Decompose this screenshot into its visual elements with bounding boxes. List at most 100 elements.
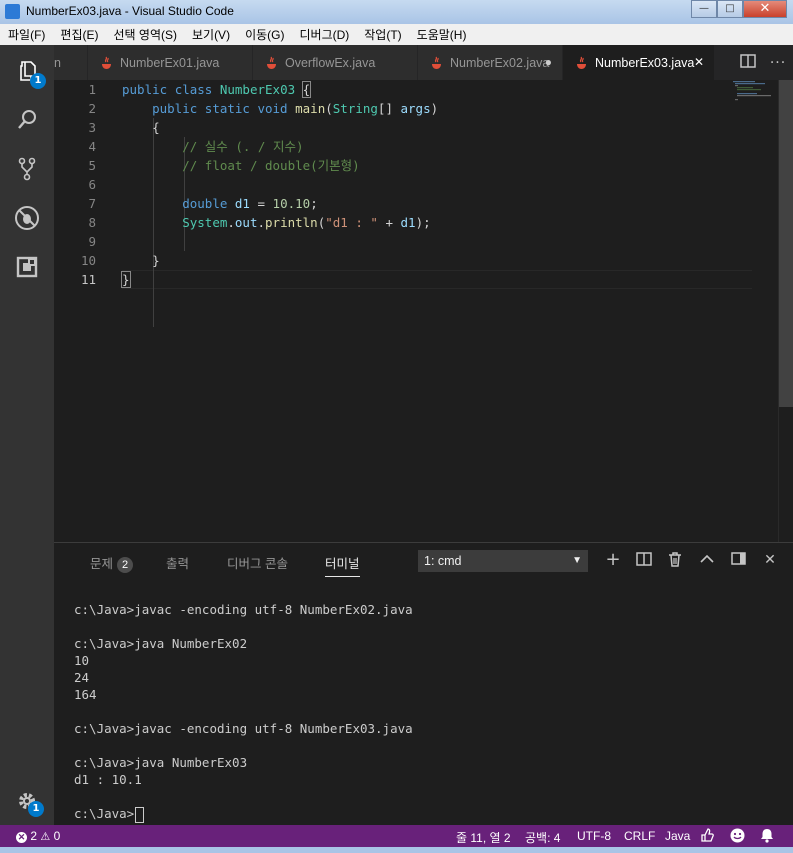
new-terminal-icon[interactable]: + (603, 549, 623, 570)
line-number: 7 (88, 196, 96, 211)
maximize-panel-icon[interactable] (697, 552, 717, 568)
window-title-bar: NumberEx03.java - Visual Studio Code — □… (0, 0, 793, 25)
editor-vertical-scrollbar[interactable] (778, 80, 793, 542)
tweet-feedback-icon[interactable] (700, 828, 714, 845)
close-panel-icon[interactable]: ✕ (760, 552, 780, 568)
minimize-button[interactable]: — (691, 0, 717, 18)
language-mode[interactable]: Java (665, 829, 690, 843)
code-line: double d1 = 10.10; (182, 196, 318, 211)
tab-label: NumberEx01.java (120, 55, 220, 70)
java-file-icon (432, 56, 441, 69)
menu-view[interactable]: 보기(V) (184, 26, 237, 43)
java-file-icon (577, 56, 586, 69)
unsaved-dot-icon[interactable]: ● (545, 55, 552, 69)
menu-go[interactable]: 이동(G) (237, 26, 291, 43)
problems-status[interactable]: ✕ 2 ⚠ 0 (16, 829, 60, 843)
java-file-icon (102, 56, 111, 69)
problems-count-badge: 2 (117, 557, 134, 573)
menu-selection[interactable]: 선택 영역(S) (105, 26, 184, 43)
line-number: 10 (80, 253, 96, 268)
terminal-line: c:\Java>javac -encoding utf-8 NumberEx03… (74, 721, 413, 736)
more-actions-icon[interactable]: ··· (763, 55, 793, 71)
close-tab-icon[interactable]: ✕ (694, 55, 704, 69)
tab-numberex02[interactable]: NumberEx02.java ● (418, 45, 563, 80)
toggle-panel-position-icon[interactable] (728, 552, 748, 569)
source-control-icon[interactable] (0, 147, 54, 191)
split-editor-icon[interactable] (733, 53, 763, 72)
terminal-line: 24 (74, 670, 90, 685)
menu-edit[interactable]: 편집(E) (52, 26, 105, 43)
vscode-logo-icon (5, 4, 20, 19)
code-line: // 실수 (. / 지수) (182, 139, 304, 154)
terminal-cursor (135, 806, 145, 823)
tab-numberex01[interactable]: NumberEx01.java (88, 45, 253, 80)
eol-setting[interactable]: CRLF (624, 829, 655, 843)
terminal-line: d1 : 10.1 (74, 772, 142, 787)
line-number: 8 (88, 215, 96, 230)
warning-count: 0 (53, 829, 61, 843)
tab-label: n (54, 55, 61, 70)
search-icon[interactable] (0, 98, 54, 142)
terminal-line: c:\Java>javac -encoding utf-8 NumberEx02… (74, 602, 413, 617)
split-terminal-icon[interactable] (634, 552, 654, 570)
settings-gear-icon[interactable]: 1 (0, 779, 54, 823)
close-window-button[interactable]: ✕ (743, 0, 787, 18)
settings-badge: 1 (28, 801, 44, 817)
scrollbar-thumb[interactable] (779, 80, 793, 407)
maximize-button[interactable]: □ (717, 0, 743, 18)
terminal-select-value: 1: cmd (424, 554, 462, 568)
tab-numberex03[interactable]: NumberEx03.java ✕ (563, 45, 715, 80)
terminal-line: c:\Java>java NumberEx02 (74, 636, 248, 651)
tab-problems[interactable]: 문제 2 (90, 553, 134, 573)
extensions-icon[interactable] (0, 245, 54, 289)
tab-output[interactable]: 출력 (166, 553, 189, 572)
code-line: { (122, 120, 160, 135)
bottom-panel: 문제 2 출력 디버그 콘솔 터미널 1: cmd ▼ + ✕ c:\Java>j… (54, 542, 793, 826)
trash-icon[interactable] (665, 552, 685, 571)
code-content: public class NumberEx03 { public static … (121, 80, 439, 289)
line-number: 6 (88, 177, 96, 192)
tab-debug-console[interactable]: 디버그 콘솔 (227, 553, 288, 572)
menu-tasks[interactable]: 작업(T) (356, 26, 408, 43)
smiley-feedback-icon[interactable] (730, 828, 745, 846)
terminal-select[interactable]: 1: cmd ▼ (418, 550, 588, 572)
menu-help[interactable]: 도움말(H) (409, 26, 474, 43)
tab-overflowex[interactable]: OverflowEx.java (253, 45, 418, 80)
code-line: } (122, 253, 160, 268)
tab-label: NumberEx02.java (450, 55, 550, 70)
line-number-gutter: 1 2 3 4 5 6 7 8 9 10 11 (54, 80, 104, 289)
minimap[interactable] (733, 80, 773, 110)
tab-problems-label: 문제 (90, 557, 114, 571)
code-editor[interactable]: 1 2 3 4 5 6 7 8 9 10 11 public class Num… (54, 80, 793, 542)
terminal-line: 164 (74, 687, 97, 702)
terminal-output[interactable]: c:\Java>javac -encoding utf-8 NumberEx02… (74, 601, 413, 823)
error-icon: ✕ (16, 832, 27, 843)
java-file-icon (267, 56, 276, 69)
tab-hidden[interactable]: n (54, 45, 88, 80)
notifications-bell-icon[interactable] (760, 828, 774, 846)
debug-icon[interactable] (0, 196, 54, 240)
tab-terminal[interactable]: 터미널 (325, 553, 360, 577)
line-number: 5 (88, 158, 96, 173)
explorer-icon[interactable]: 1 (0, 49, 56, 93)
code-line: public static void main(String[] args) (152, 101, 439, 116)
menu-debug[interactable]: 디버그(D) (291, 26, 356, 43)
encoding-setting[interactable]: UTF-8 (577, 829, 611, 843)
code-line: System.out.println("d1 : " + d1); (182, 215, 431, 230)
status-bar: ✕ 2 ⚠ 0 줄 11, 열 2 공백: 4 UTF-8 CRLF Java (0, 825, 793, 847)
terminal-line: 10 (74, 653, 90, 668)
code-line: public class NumberEx03 { (122, 81, 312, 98)
line-number: 1 (88, 82, 96, 97)
indentation-setting[interactable]: 공백: 4 (525, 829, 560, 846)
terminal-prompt-line: c:\Java> (74, 805, 413, 823)
menu-bar: 파일(F) 편집(E) 선택 영역(S) 보기(V) 이동(G) 디버그(D) … (0, 24, 793, 46)
tab-label: OverflowEx.java (285, 55, 376, 70)
menu-file[interactable]: 파일(F) (0, 26, 52, 43)
activity-bar: 1 1 (0, 45, 54, 825)
cursor-position[interactable]: 줄 11, 열 2 (456, 829, 511, 846)
line-number: 4 (88, 139, 96, 154)
